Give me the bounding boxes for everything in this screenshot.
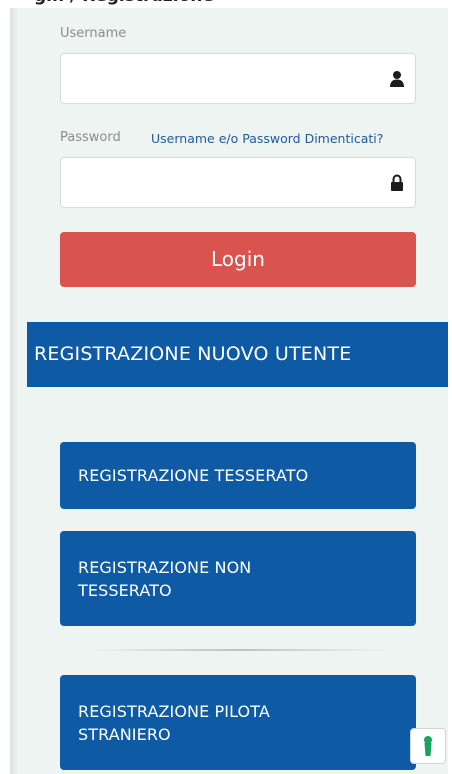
- user-icon: [390, 71, 404, 87]
- lock-icon: [391, 174, 403, 191]
- panel-shadow: [10, 8, 18, 774]
- forgot-credentials-link[interactable]: Username e/o Password Dimenticati?: [151, 131, 383, 146]
- register-foreign-pilot-label: REGISTRAZIONE PILOTA STRANIERO: [78, 701, 270, 744]
- login-button[interactable]: Login: [60, 232, 416, 287]
- register-member-label: REGISTRAZIONE TESSERATO: [78, 466, 309, 485]
- password-field-wrapper: [60, 157, 416, 208]
- keyhole-icon: [424, 736, 432, 756]
- register-foreign-pilot-button[interactable]: REGISTRAZIONE PILOTA STRANIERO: [60, 675, 416, 770]
- password-input[interactable]: [61, 158, 415, 207]
- section-divider: [90, 649, 386, 651]
- page-heading: gin / Registrazione: [34, 0, 334, 8]
- password-label: Password: [60, 130, 121, 145]
- register-member-button[interactable]: REGISTRAZIONE TESSERATO: [60, 442, 416, 509]
- username-input[interactable]: [61, 54, 415, 103]
- register-non-member-button[interactable]: REGISTRAZIONE NON TESSERATO: [60, 531, 416, 626]
- login-panel: [10, 8, 448, 774]
- registration-banner: REGISTRAZIONE NUOVO UTENTE: [27, 322, 448, 387]
- username-field-wrapper: [60, 53, 416, 104]
- register-non-member-label: REGISTRAZIONE NON TESSERATO: [78, 557, 252, 600]
- help-widget-button[interactable]: [410, 728, 446, 764]
- username-label: Username: [60, 26, 127, 41]
